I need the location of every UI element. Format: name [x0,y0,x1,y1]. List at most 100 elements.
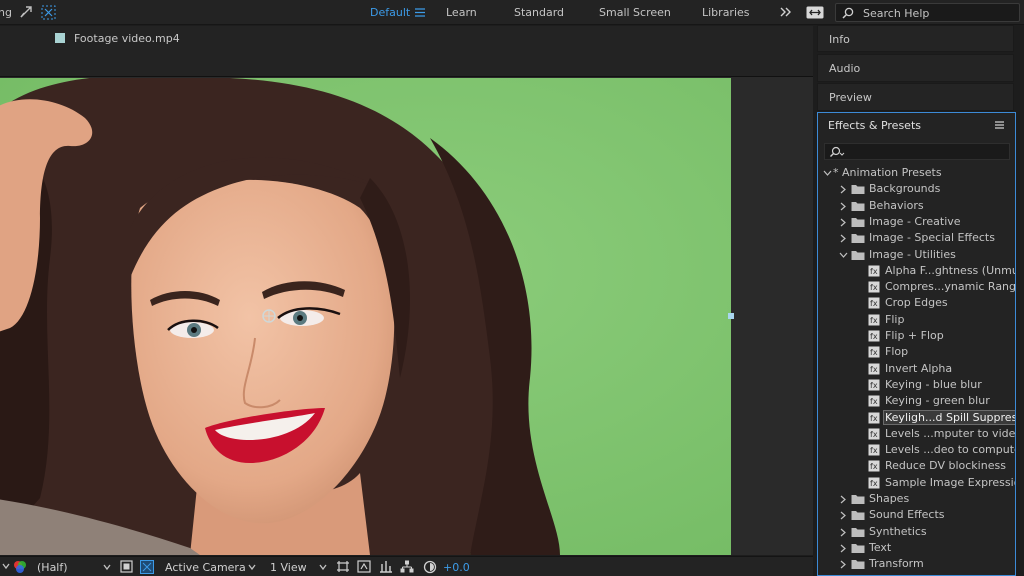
preset-icon: fx [868,281,880,293]
workspace-default[interactable]: Default [370,6,410,19]
svg-text:fx: fx [870,348,878,357]
chevron-down-icon[interactable] [839,251,848,260]
resolution-dropdown-icon[interactable] [103,563,111,571]
audio-panel[interactable]: Audio [817,54,1014,82]
tree-root[interactable]: * Animation Presets [818,165,1015,181]
tree-preset[interactable]: fx Crop Edges [818,295,1015,311]
tree-folder[interactable]: Image - Utilities [818,247,1015,263]
tree-folder[interactable]: Sound Effects [818,507,1015,523]
tree-folder[interactable]: Backgrounds [818,181,1015,197]
folder-icon [851,234,865,244]
reset-exposure-icon[interactable] [423,560,437,574]
color-channels-icon[interactable] [13,560,27,574]
chevron-down-icon[interactable] [823,169,832,177]
chevron-right-icon[interactable] [839,202,848,211]
tree-preset[interactable]: fx Flip [818,312,1015,328]
workspace-standard[interactable]: Standard [514,6,564,19]
chevron-right-icon[interactable] [839,511,848,520]
tree-folder[interactable]: Synthetics [818,524,1015,540]
tree-preset[interactable]: fx Levels ...mputer to video [818,426,1015,442]
tree-item-label: Backgrounds [869,182,941,196]
search-help-box[interactable]: Search Help [835,3,1020,22]
tree-folder[interactable]: Transform [818,556,1015,572]
transparency-grid-icon[interactable] [140,560,154,574]
tree-preset[interactable]: fx Keying - blue blur [818,377,1015,393]
info-panel[interactable]: Info [817,25,1014,52]
effects-panel-title: Effects & Presets [828,119,921,132]
preset-icon: fx [868,265,880,277]
tree-folder[interactable]: Shapes [818,491,1015,507]
tree-preset[interactable]: fx Sample Image Expression [818,475,1015,491]
workspace-menu-icon[interactable] [415,8,425,17]
tree-preset[interactable]: fx Compres...ynamic Range [818,279,1015,295]
tree-folder[interactable]: Text [818,540,1015,556]
workspace-libraries[interactable]: Libraries [702,6,750,19]
dropdown-arrow-icon[interactable] [2,562,10,570]
svg-text:fx: fx [870,446,878,455]
tree-preset[interactable]: fx Keying - green blur [818,393,1015,409]
panel-scrollbar[interactable] [1017,25,1024,576]
chevron-right-icon[interactable] [839,560,848,569]
tree-folder[interactable]: Image - Special Effects [818,230,1015,246]
chevron-right-icon[interactable] [839,218,848,227]
tree-item-label: Reduce DV blockiness [885,459,1006,473]
folder-icon [851,543,865,553]
tree-item-label: Image - Special Effects [869,231,995,245]
svg-text:fx: fx [870,462,878,471]
tree-item-label: Crop Edges [885,296,948,310]
tree-item-label: Flip [885,312,905,326]
folder-icon [851,511,865,521]
tree-preset[interactable]: fx Alpha F...ghtness (Unmult) [818,263,1015,279]
sync-settings-icon[interactable] [806,6,824,19]
toggle-pixel-aspect-icon[interactable] [336,560,350,573]
workspace-learn[interactable]: Learn [446,6,477,19]
resolution-select[interactable]: (Half) [37,561,68,574]
more-workspaces-icon[interactable] [780,7,792,17]
tree-item-label: Keying - green blur [885,394,990,408]
tree-folder[interactable]: Image - Creative [818,214,1015,230]
preview-panel-title: Preview [829,91,872,104]
effects-search-input[interactable] [824,143,1010,160]
view-layout-select[interactable]: 1 View [270,561,307,574]
chevron-right-icon[interactable] [839,185,848,194]
snap-grid-icon[interactable] [41,5,56,20]
layer-handle[interactable] [728,313,734,319]
viewer-controls-bar: (Half) Active Camera 1 View +0.0 [0,556,813,576]
footage-tab[interactable]: Footage video.mp4 [74,32,180,45]
chevron-right-icon[interactable] [839,495,848,504]
timeline-icon[interactable] [379,560,393,573]
portrait-image [0,78,731,555]
chevron-right-icon[interactable] [839,544,848,553]
tree-item-label: Behaviors [869,198,924,212]
tree-preset[interactable]: fx Levels ...deo to computer [818,442,1015,458]
view-dropdown-icon[interactable] [319,563,327,571]
tree-preset[interactable]: fx Reduce DV blockiness [818,458,1015,474]
tree-folder[interactable]: Behaviors [818,198,1015,214]
chevron-right-icon[interactable] [839,234,848,243]
tree-preset[interactable]: fx Flip + Flop [818,328,1015,344]
exposure-value[interactable]: +0.0 [443,561,470,574]
footage-canvas[interactable] [0,78,731,555]
flowchart-icon[interactable] [400,560,414,573]
tree-item-label: * Animation Presets [833,166,942,179]
region-of-interest-icon[interactable] [120,560,133,573]
tree-preset[interactable]: fx Keyligh...d Spill Suppressor [818,409,1015,426]
svg-text:fx: fx [870,397,878,406]
folder-icon [851,201,865,211]
chevron-right-icon[interactable] [839,528,848,537]
workspace-small-screen[interactable]: Small Screen [599,6,671,19]
preset-icon: fx [868,444,880,456]
tree-item-label: Invert Alpha [885,361,953,375]
workspace-bar: ng Default Learn Standard Small Screen L… [0,0,1024,25]
panel-menu-icon[interactable] [995,121,1004,129]
tree-preset[interactable]: fx Invert Alpha [818,361,1015,377]
fast-previews-icon[interactable] [357,560,371,573]
preview-panel[interactable]: Preview [817,83,1014,111]
selection-arrow-icon[interactable] [19,5,33,19]
camera-dropdown-icon[interactable] [248,563,256,571]
footage-label-color [55,33,65,43]
camera-select[interactable]: Active Camera [165,561,246,574]
tree-preset[interactable]: fx Flop [818,344,1015,360]
tree-item-label: Shapes [869,492,910,505]
effects-presets-panel[interactable]: Effects & Presets * Animation Presets Bac… [817,112,1016,576]
